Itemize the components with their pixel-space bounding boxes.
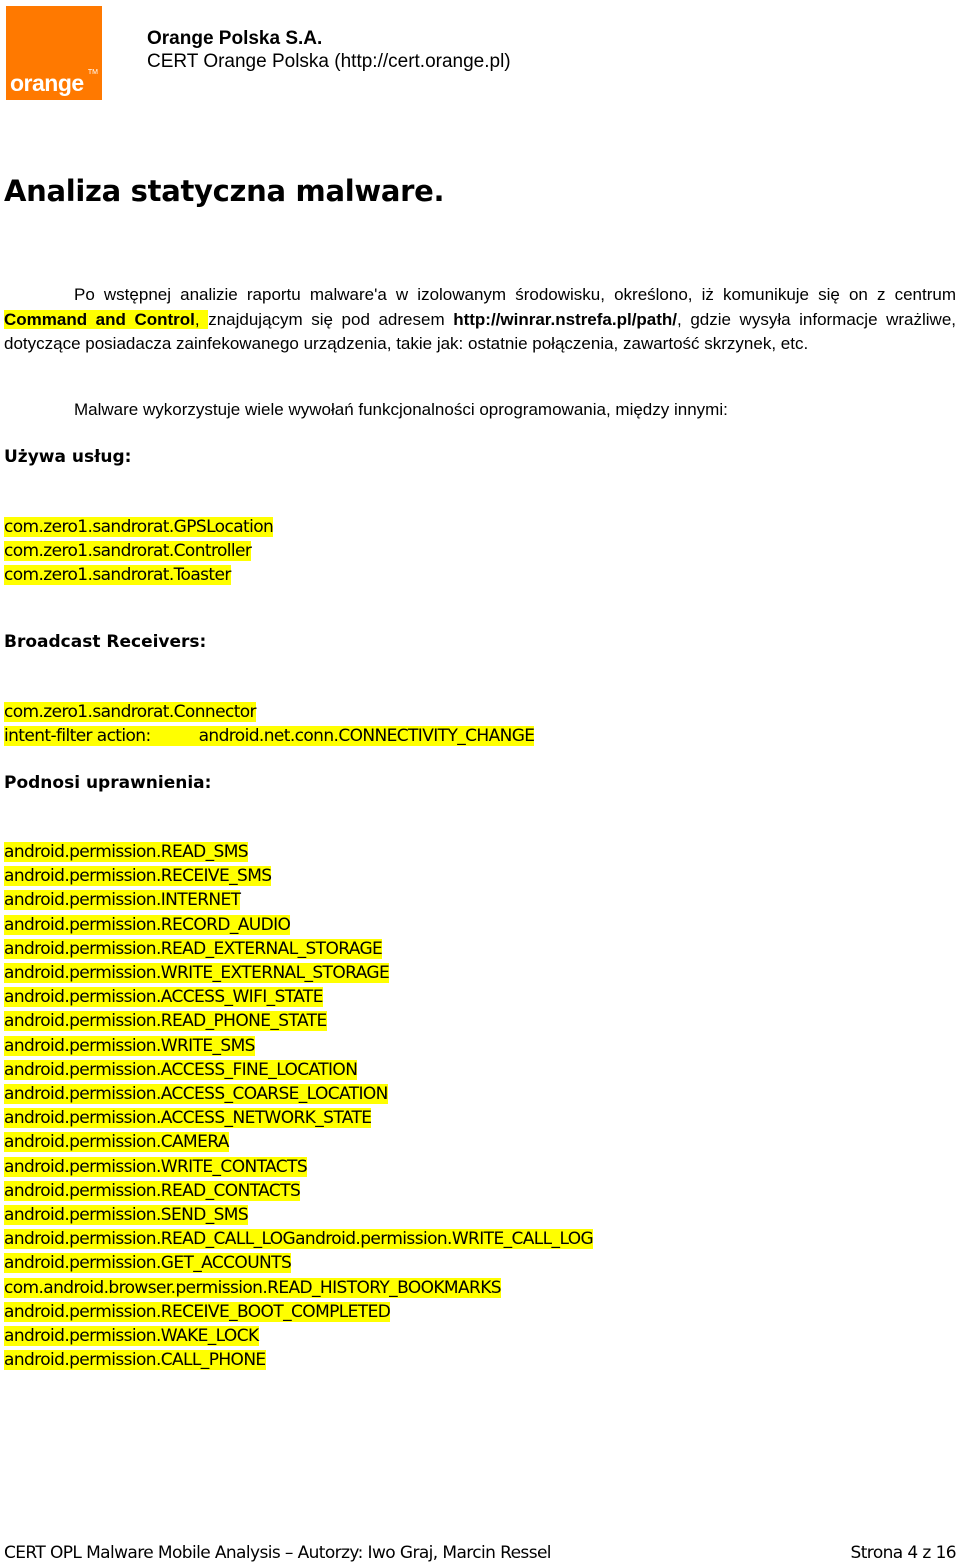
permission-item: android.permission.ACCESS_FINE_LOCATION (4, 1059, 358, 1080)
permission-item: android.permission.INTERNET (4, 890, 241, 911)
permissions-list: android.permission.READ_SMS android.permi… (4, 840, 594, 1372)
intent-filter-label: intent-filter action: (4, 726, 151, 747)
receiver-item: com.zero1.sandrorat.Connector (4, 702, 257, 722)
intro-paragraph: Po wstępnej analizie raportu malware'a w… (4, 283, 956, 357)
permission-item: android.permission.READ_EXTERNAL_STORAGE (4, 938, 383, 959)
org-name: Orange Polska S.A. (147, 28, 323, 49)
permission-item: android.permission.READ_SMS (4, 842, 249, 862)
permission-item: android.permission.READ_CALL_LOGandroid.… (4, 1229, 594, 1250)
permission-item: android.permission.RECEIVE_SMS (4, 866, 272, 887)
service-item: com.zero1.sandrorat.GPSLocation (4, 517, 274, 537)
intent-filter-value: android.net.conn.CONNECTIVITY_CHANGE (198, 726, 535, 747)
permission-item: android.permission.RECORD_AUDIO (4, 914, 291, 935)
c2-url: http://winrar.nstrefa.pl/path/ (453, 309, 678, 329)
permission-item: android.permission.WRITE_EXTERNAL_STORAG… (4, 963, 390, 984)
page-number: Strona 4 z 16 (850, 1543, 957, 1563)
service-item: com.zero1.sandrorat.Controller (4, 541, 252, 562)
service-item: com.zero1.sandrorat.Toaster (4, 565, 231, 586)
services-heading: Używa usług: (4, 447, 132, 467)
permission-item: android.permission.READ_PHONE_STATE (4, 1011, 327, 1032)
permission-item: android.permission.READ_CONTACTS (4, 1180, 301, 1201)
permission-item: android.permission.SEND_SMS (4, 1205, 249, 1226)
footer-title: CERT OPL Malware Mobile Analysis – Autor… (4, 1543, 552, 1563)
calls-paragraph: Malware wykorzystuje wiele wywołań funkc… (4, 398, 956, 423)
permission-item: android.permission.ACCESS_WIFI_STATE (4, 987, 323, 1008)
intro-text: Po wstępnej analizie raportu malware'a w… (4, 283, 956, 357)
permission-item: android.permission.WRITE_CONTACTS (4, 1156, 308, 1177)
page-title: Analiza statyczna malware. (4, 174, 445, 208)
intro-text-mid: znajdującym się pod adresem (208, 309, 454, 329)
permission-item: android.permission.CAMERA (4, 1132, 229, 1153)
intro-text-start: Po wstępnej analizie raportu malware'a w… (74, 285, 956, 304)
c2-highlight: Command and Control (4, 309, 195, 329)
permission-item: android.permission.CALL_PHONE (4, 1350, 266, 1371)
permission-item: android.permission.RECEIVE_BOOT_COMPLETE… (4, 1301, 391, 1322)
permission-item: android.permission.GET_ACCOUNTS (4, 1253, 292, 1274)
receivers-list: com.zero1.sandrorat.Connector intent-fil… (4, 700, 535, 748)
orange-logo: orange TM (6, 6, 102, 100)
permission-item: android.permission.ACCESS_NETWORK_STATE (4, 1108, 372, 1129)
services-list: com.zero1.sandrorat.GPSLocation com.zero… (4, 515, 274, 588)
organization-header: Orange Polska S.A. CERT Orange Polska (h… (147, 28, 511, 74)
logo-text: orange (10, 70, 84, 96)
logo-trademark: TM (87, 69, 98, 76)
permission-item: android.permission.WAKE_LOCK (4, 1326, 259, 1347)
permissions-heading: Podnosi uprawnienia: (4, 773, 212, 793)
org-subtitle: CERT Orange Polska (http://cert.orange.p… (147, 51, 511, 72)
permission-item: com.android.browser.permission.READ_HIST… (4, 1277, 502, 1298)
receivers-heading: Broadcast Receivers: (4, 632, 207, 652)
page-footer: CERT OPL Malware Mobile Analysis – Autor… (4, 1543, 957, 1563)
intent-filter-row: intent-filter action: android.net.conn.CO… (4, 724, 535, 748)
permission-item: android.permission.ACCESS_COARSE_LOCATIO… (4, 1084, 388, 1105)
calls-text: Malware wykorzystuje wiele wywołań funkc… (74, 400, 728, 419)
permission-item: android.permission.WRITE_SMS (4, 1035, 255, 1056)
c2-highlight-tail: , (194, 309, 209, 329)
